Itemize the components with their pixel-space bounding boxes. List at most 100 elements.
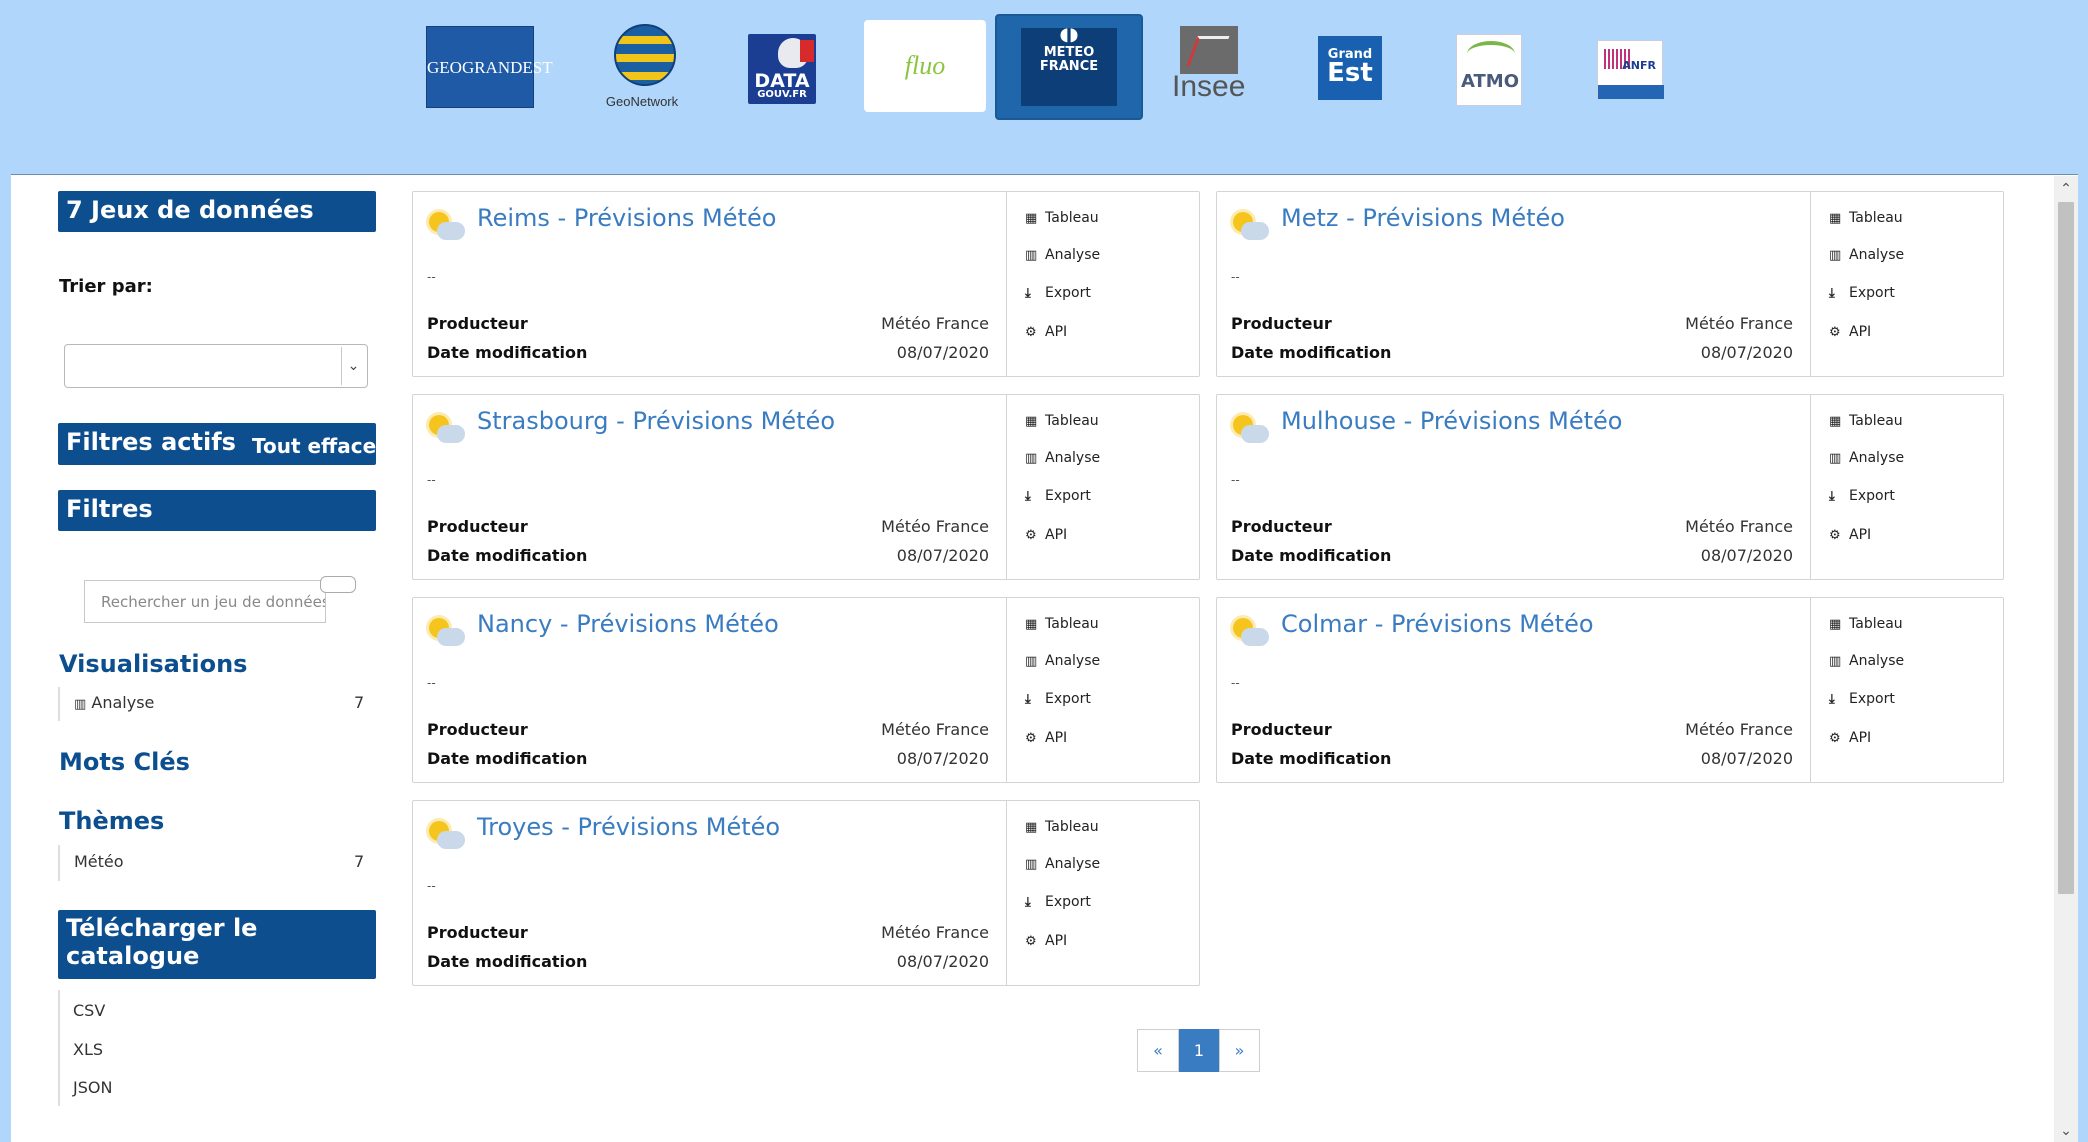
- card-divider: [1006, 192, 1007, 376]
- action-label: Analyse: [1045, 450, 1101, 466]
- download-csv-link[interactable]: CSV: [73, 1001, 105, 1020]
- action-tableau-link[interactable]: ▦ Tableau: [1025, 210, 1099, 226]
- producer-value: Météo France: [881, 720, 989, 739]
- dataset-title-link[interactable]: Colmar - Prévisions Météo: [1281, 610, 1594, 638]
- card-divider: [1006, 801, 1007, 985]
- download-json-link[interactable]: JSON: [73, 1078, 112, 1097]
- dataset-title-link[interactable]: Troyes - Prévisions Météo: [477, 813, 780, 841]
- date-modification-value: 08/07/2020: [1700, 546, 1793, 565]
- sort-select[interactable]: ⌄: [64, 344, 368, 388]
- action-api-link[interactable]: ⚙ API: [1025, 527, 1067, 543]
- fluo-logo-text: fluo: [904, 51, 946, 80]
- producer-value: Météo France: [1685, 720, 1793, 739]
- logo-insee[interactable]: Insee: [1172, 26, 1245, 110]
- action-api-link[interactable]: ⚙ API: [1025, 730, 1067, 746]
- action-tableau-link[interactable]: ▦ Tableau: [1829, 210, 1903, 226]
- logo-datagouv[interactable]: DATA GOUV.FR: [748, 34, 816, 104]
- pagination-next-button[interactable]: »: [1219, 1029, 1260, 1072]
- action-analyse-link[interactable]: ▥ Analyse: [1025, 653, 1100, 669]
- facet-item-meteo[interactable]: Météo: [74, 852, 124, 871]
- action-tableau-link[interactable]: ▦ Tableau: [1829, 616, 1903, 632]
- action-export-link[interactable]: ⤓ Export: [1829, 285, 1895, 301]
- dataset-title-link[interactable]: Reims - Prévisions Météo: [477, 204, 776, 232]
- action-tableau-link[interactable]: ▦ Tableau: [1025, 616, 1099, 632]
- action-label: Export: [1849, 488, 1895, 504]
- dataset-description: --: [427, 676, 436, 690]
- producer-label: Producteur: [1231, 314, 1332, 333]
- dataset-title-link[interactable]: Nancy - Prévisions Météo: [477, 610, 779, 638]
- logo-meteofrance[interactable]: ◖◗ METEO FRANCE: [995, 14, 1143, 120]
- download-icon: ⤓: [1025, 895, 1031, 910]
- action-analyse-link[interactable]: ▥ Analyse: [1829, 653, 1904, 669]
- facet-title-visualisations: Visualisations: [59, 650, 248, 678]
- action-analyse-link[interactable]: ▥ Analyse: [1025, 247, 1100, 263]
- logo-geograndest[interactable]: GEOGRANDEST: [426, 26, 553, 108]
- producer-value: Météo France: [1685, 517, 1793, 536]
- action-export-link[interactable]: ⤓ Export: [1025, 488, 1091, 504]
- action-api-link[interactable]: ⚙ API: [1025, 324, 1067, 340]
- action-export-link[interactable]: ⤓ Export: [1025, 691, 1091, 707]
- facet-item-analyse[interactable]: ▥ Analyse: [74, 693, 154, 712]
- chevron-down-icon[interactable]: ⌄: [341, 347, 365, 385]
- action-tableau-link[interactable]: ▦ Tableau: [1829, 413, 1903, 429]
- action-analyse-link[interactable]: ▥ Analyse: [1829, 247, 1904, 263]
- date-modification-value: 08/07/2020: [896, 952, 989, 971]
- logo-atmo[interactable]: ATMO: [1456, 34, 1522, 106]
- action-analyse-link[interactable]: ▥ Analyse: [1025, 856, 1100, 872]
- action-label: Tableau: [1045, 413, 1099, 429]
- clear-all-filters-button[interactable]: Tout effacer: [252, 434, 386, 458]
- action-analyse-link[interactable]: ▥ Analyse: [1025, 450, 1100, 466]
- date-modification-label: Date modification: [1231, 546, 1392, 565]
- facet-title-keywords[interactable]: Mots Clés: [59, 748, 190, 776]
- filters-title: Filtres: [66, 495, 153, 523]
- action-label: API: [1849, 324, 1872, 340]
- facet-group-visualisations: ▥ Analyse 7: [58, 687, 368, 721]
- atmo-swoosh-icon: [1467, 41, 1515, 67]
- logo-fluo[interactable]: fluo: [864, 20, 986, 112]
- datagouv-logo-bottom: GOUV.FR: [757, 89, 807, 100]
- action-label: Tableau: [1045, 819, 1099, 835]
- scroll-up-arrow-icon[interactable]: ⌃: [2054, 178, 2078, 200]
- dataset-search-input[interactable]: Rechercher un jeu de données: [84, 580, 326, 623]
- action-label: Analyse: [1849, 653, 1905, 669]
- logo-grandest[interactable]: Grand Est: [1318, 36, 1382, 100]
- date-modification-value: 08/07/2020: [896, 343, 989, 362]
- action-api-link[interactable]: ⚙ API: [1829, 730, 1871, 746]
- dataset-count-title: 7 Jeux de données: [66, 196, 314, 224]
- table-icon: ▦: [1829, 414, 1842, 429]
- table-icon: ▦: [1025, 414, 1038, 429]
- action-export-link[interactable]: ⤓ Export: [1025, 894, 1091, 910]
- download-icon: ⤓: [1025, 286, 1031, 301]
- action-export-link[interactable]: ⤓ Export: [1829, 488, 1895, 504]
- dataset-title-link[interactable]: Strasbourg - Prévisions Météo: [477, 407, 835, 435]
- cogs-icon: ⚙: [1025, 934, 1037, 949]
- action-analyse-link[interactable]: ▥ Analyse: [1829, 450, 1904, 466]
- dataset-title-link[interactable]: Mulhouse - Prévisions Météo: [1281, 407, 1622, 435]
- pagination-prev-button[interactable]: «: [1137, 1029, 1179, 1072]
- action-export-link[interactable]: ⤓ Export: [1025, 285, 1091, 301]
- action-api-link[interactable]: ⚙ API: [1829, 527, 1871, 543]
- bar-chart-icon: ▥: [1829, 248, 1842, 263]
- dataset-card: Metz - Prévisions Météo -- Producteur Météo…: [1216, 191, 2004, 377]
- pagination-page-1[interactable]: 1: [1179, 1029, 1219, 1072]
- date-modification-label: Date modification: [427, 343, 588, 362]
- facet-item-count: 7: [354, 693, 365, 712]
- logo-geonetwork[interactable]: GeoNetwork: [602, 22, 682, 112]
- action-api-link[interactable]: ⚙ API: [1829, 324, 1871, 340]
- download-catalog-title: Télécharger le catalogue: [66, 914, 257, 970]
- action-tableau-link[interactable]: ▦ Tableau: [1025, 413, 1099, 429]
- action-api-link[interactable]: ⚙ API: [1025, 933, 1067, 949]
- scroll-down-arrow-icon[interactable]: ⌄: [2054, 1120, 2078, 1142]
- download-xls-link[interactable]: XLS: [73, 1040, 103, 1059]
- scrollbar-thumb[interactable]: [2058, 202, 2074, 894]
- facet-group-themes: Météo 7: [58, 845, 368, 881]
- search-toggle[interactable]: [320, 576, 356, 593]
- action-label: Analyse: [1045, 653, 1101, 669]
- action-export-link[interactable]: ⤓ Export: [1829, 691, 1895, 707]
- logo-anfr[interactable]: ANFR: [1597, 40, 1664, 99]
- action-label: Tableau: [1849, 210, 1903, 226]
- dataset-title-link[interactable]: Metz - Prévisions Météo: [1281, 204, 1565, 232]
- action-tableau-link[interactable]: ▦ Tableau: [1025, 819, 1099, 835]
- action-label: API: [1849, 527, 1872, 543]
- active-filters-title: Filtres actifs: [66, 428, 236, 456]
